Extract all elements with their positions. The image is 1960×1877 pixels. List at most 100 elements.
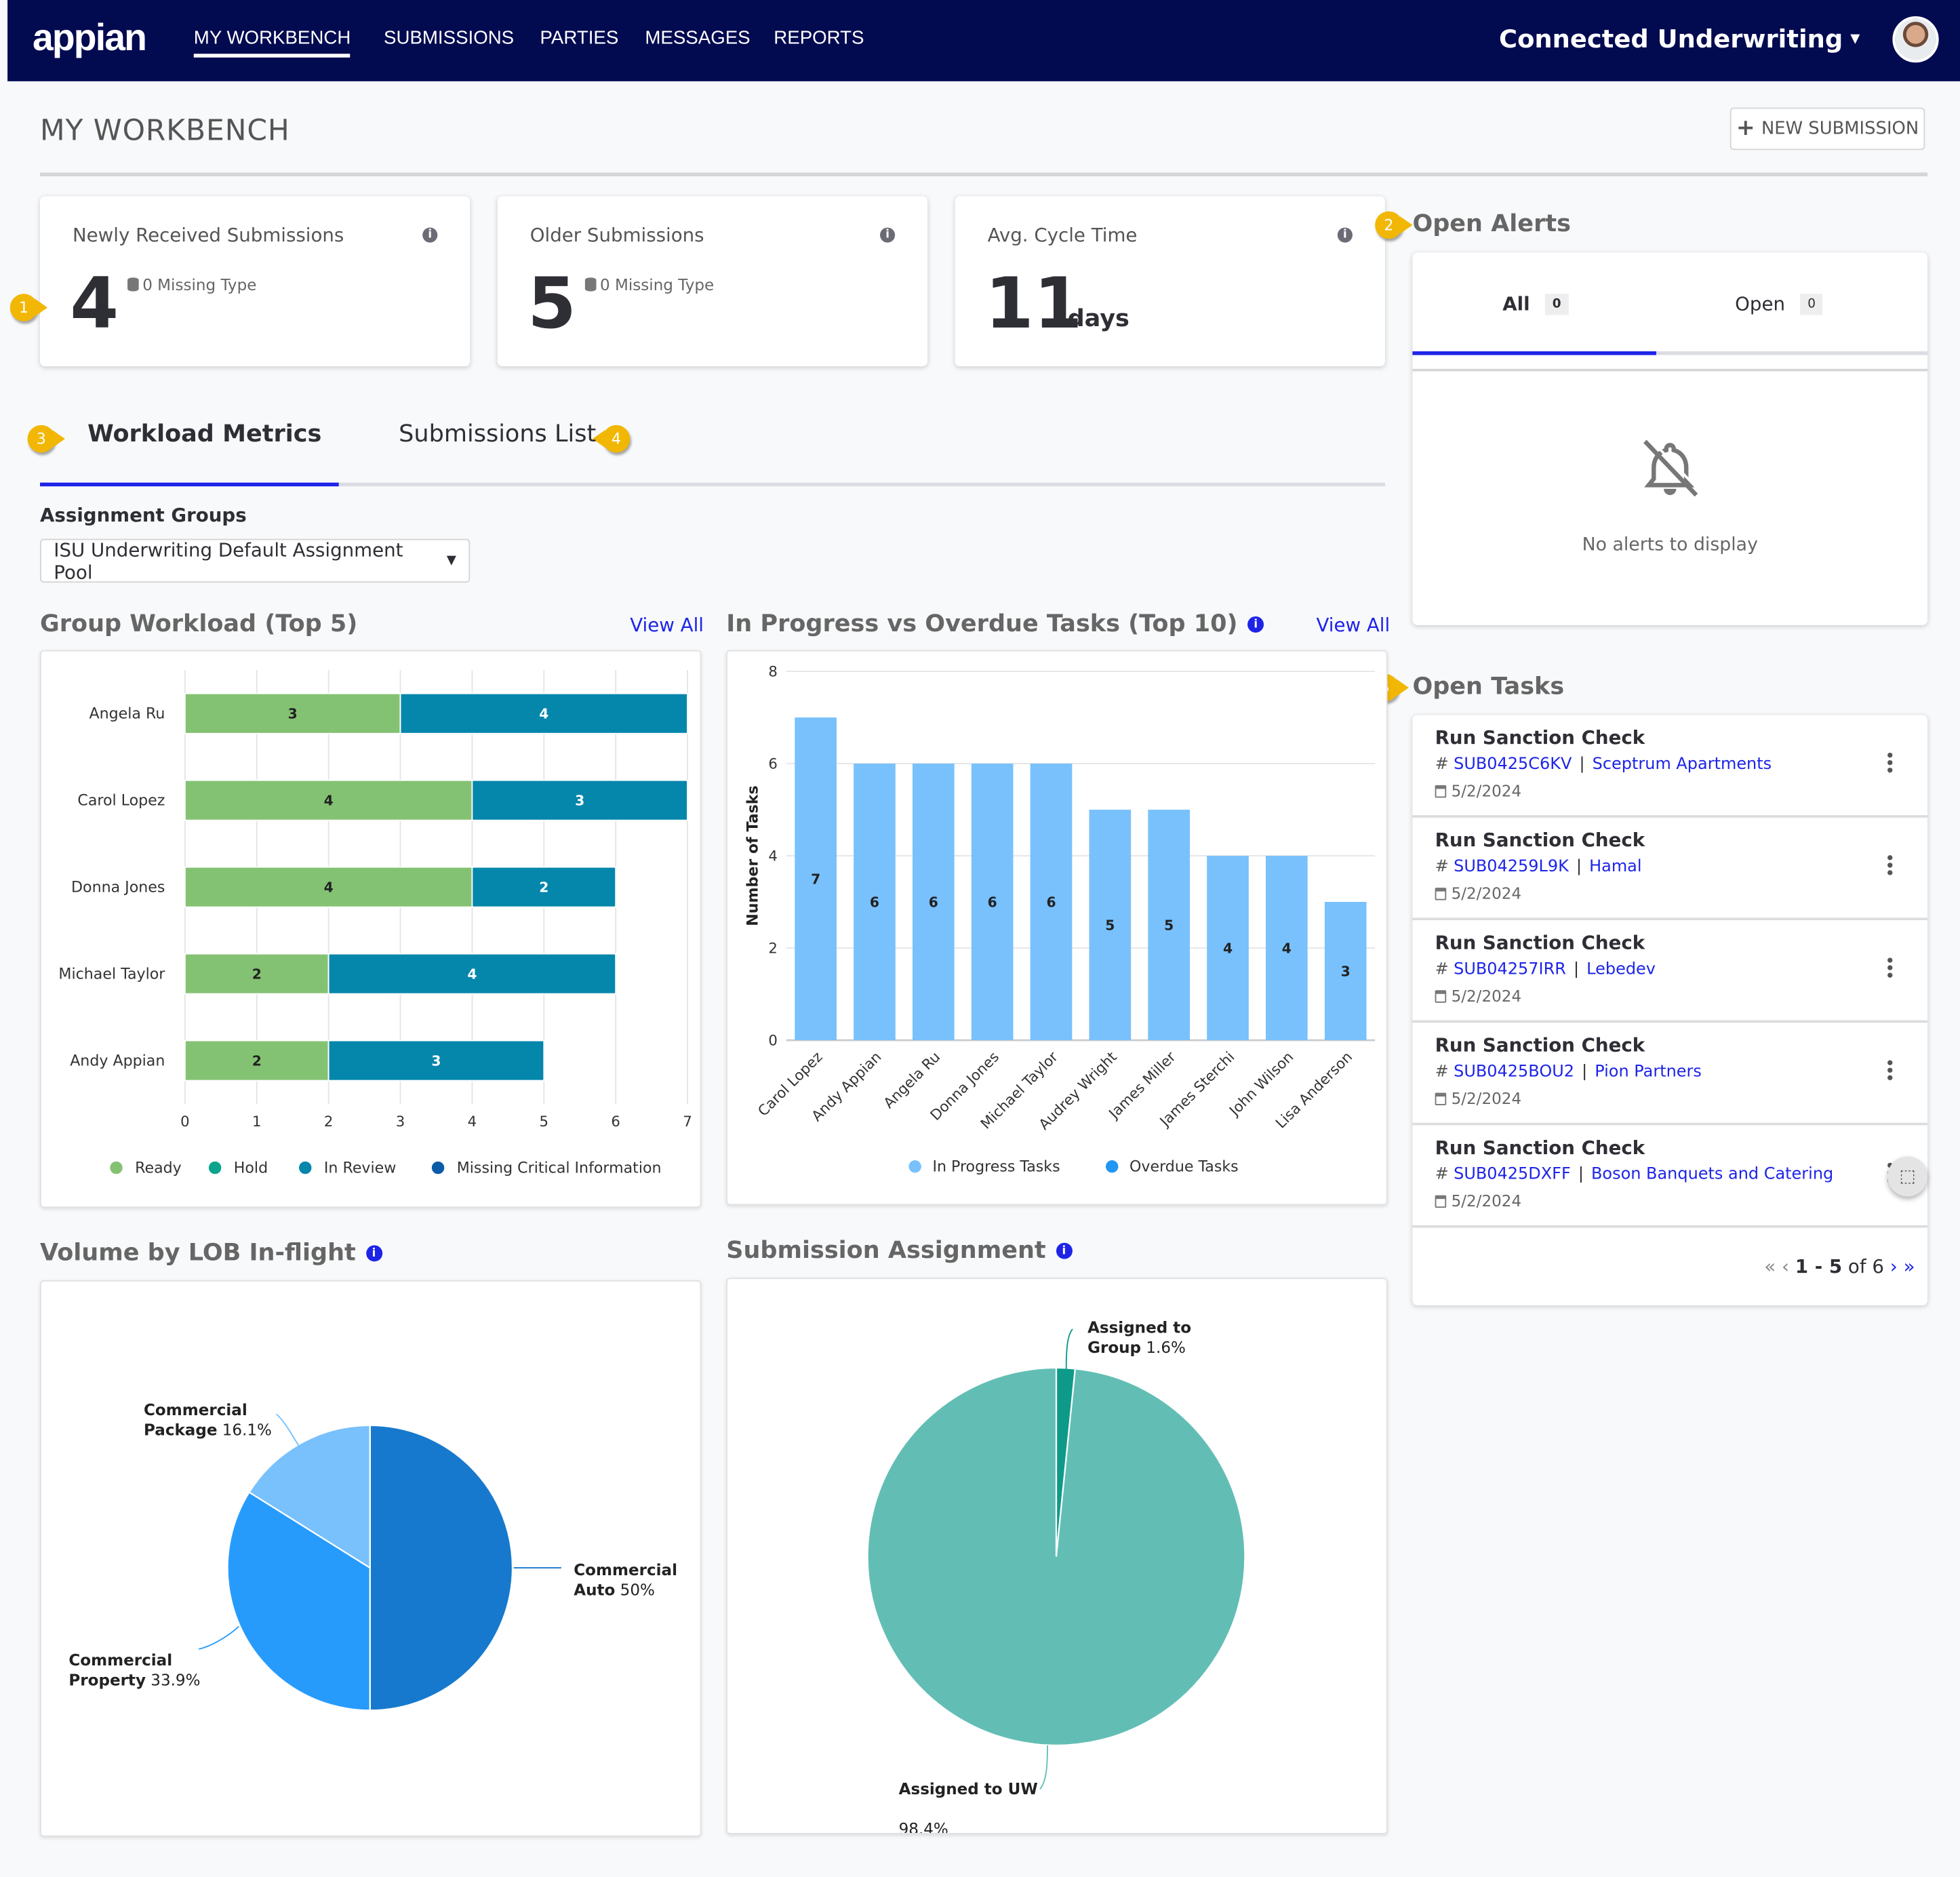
task-links: # SUB04257IRR | Lebedev — [1435, 960, 1656, 979]
assignment-groups-dropdown[interactable]: ISU Underwriting Default Assignment Pool… — [40, 538, 471, 584]
in-progress-view-all[interactable]: View All — [1316, 614, 1390, 636]
info-icon[interactable]: i — [365, 1245, 382, 1262]
legend-marker — [299, 1161, 312, 1174]
alerts-count: 0 — [1800, 293, 1824, 315]
in-progress-chart: 02468Number of Tasks 7Carol Lopez6Andy Ap… — [744, 663, 1376, 1176]
kpi-newly-received[interactable]: Newly Received Submissions i 4 0 Missing… — [40, 196, 471, 367]
party-link[interactable]: Hamal — [1589, 858, 1641, 877]
nav-reports[interactable]: REPORTS — [774, 28, 864, 49]
task-date-text: 5/2/2024 — [1451, 781, 1522, 800]
task-item[interactable]: Run Sanction Check # SUB04259L9K | Hamal 5/2/… — [1412, 818, 1928, 920]
separator: | — [1578, 1165, 1584, 1185]
task-title[interactable]: Run Sanction Check — [1435, 932, 1645, 954]
more-options-icon[interactable] — [1887, 855, 1893, 877]
more-options-icon[interactable] — [1887, 1060, 1893, 1083]
submission-id-link[interactable]: SUB04259L9K — [1454, 858, 1569, 877]
volume-lob-card: Commercial Auto 50% Commercial Property 33.… — [40, 1280, 702, 1837]
kpi-missing-type: 0 Missing Type — [584, 275, 715, 294]
x-category-label: Angela Ru — [880, 1048, 943, 1111]
kpi-label: Newly Received Submissions — [72, 224, 344, 247]
user-avatar[interactable] — [1892, 16, 1939, 63]
nav-parties[interactable]: PARTIES — [540, 28, 619, 49]
nav-messages[interactable]: MESSAGES — [645, 28, 750, 49]
group-workload-card: 0 1 2 3 4 5 6 7 Angela Ru 3 4 Carol Lopez 4 3 Donna Jo… — [40, 650, 702, 1208]
bar-data-label: 3 — [575, 793, 584, 809]
task-date: 5/2/2024 — [1435, 781, 1521, 800]
volume-lob-title: Volume by LOB In-flight i — [40, 1239, 382, 1267]
legend-label: Missing Critical Information — [457, 1159, 662, 1177]
task-item[interactable]: Run Sanction Check # SUB0425DXFF | Boson Ban… — [1412, 1125, 1928, 1228]
legend-label: Hold — [234, 1159, 268, 1177]
new-submission-button[interactable]: + NEW SUBMISSION — [1729, 107, 1925, 151]
alerts-tab-all[interactable]: All 0 — [1502, 292, 1569, 315]
first-page-icon[interactable]: « — [1764, 1255, 1776, 1278]
more-options-icon[interactable] — [1887, 752, 1893, 775]
task-title[interactable]: Run Sanction Check — [1435, 1034, 1645, 1056]
info-icon[interactable]: i — [880, 227, 896, 243]
submission-id-link[interactable]: SUB0425C6KV — [1454, 755, 1572, 774]
pie-label: Commercial — [144, 1402, 247, 1419]
task-item[interactable]: Run Sanction Check # SUB0425C6KV | Sceptrum … — [1412, 715, 1928, 818]
task-title[interactable]: Run Sanction Check — [1435, 829, 1645, 851]
y-axis-label: Number of Tasks — [744, 785, 761, 926]
callout-badge-3: 3 — [27, 424, 65, 453]
task-title[interactable]: Run Sanction Check — [1435, 1137, 1645, 1159]
tab-workload-metrics[interactable]: Workload Metrics — [87, 420, 321, 448]
y-tick-label: 0 — [768, 1031, 777, 1048]
dropdown-value: ISU Underwriting Default Assignment Pool — [54, 538, 403, 584]
y-category-label: Michael Taylor — [58, 965, 165, 983]
tab-submissions-list[interactable]: Submissions List — [399, 420, 596, 448]
legend-marker — [110, 1161, 123, 1174]
y-category-label: Angela Ru — [89, 705, 165, 723]
task-item[interactable]: Run Sanction Check # SUB0425BOU2 | Pion Part… — [1412, 1023, 1928, 1126]
cursor-select-icon[interactable]: ⬚ — [1887, 1156, 1928, 1197]
prev-page-icon[interactable]: ‹ — [1782, 1255, 1789, 1278]
no-alerts-message: No alerts to display — [1582, 535, 1758, 555]
task-date: 5/2/2024 — [1435, 1089, 1521, 1108]
kpi-older-submissions[interactable]: Older Submissions i 5 0 Missing Type — [497, 196, 928, 367]
info-icon[interactable]: i — [1056, 1242, 1073, 1259]
task-title[interactable]: Run Sanction Check — [1435, 726, 1645, 749]
workbench-page: appian MY WORKBENCH SUBMISSIONS PARTIES … — [0, 0, 1960, 1877]
info-icon[interactable]: i — [422, 227, 438, 243]
submission-id-link[interactable]: SUB0425DXFF — [1454, 1165, 1571, 1184]
task-item[interactable]: Run Sanction Check # SUB04257IRR | Lebedev 5/… — [1412, 920, 1928, 1023]
kpi-unit: days — [1067, 304, 1129, 333]
pie-label: Commercial — [68, 1652, 172, 1669]
kpi-value: 4 — [70, 264, 119, 345]
legend-marker — [208, 1161, 222, 1174]
nav-my-workbench[interactable]: MY WORKBENCH — [194, 28, 351, 49]
group-workload-view-all[interactable]: View All — [630, 614, 704, 636]
pager-range: 1 - 5 — [1795, 1255, 1843, 1278]
info-icon[interactable]: i — [1247, 616, 1264, 633]
task-date-text: 5/2/2024 — [1451, 1088, 1522, 1108]
title-divider — [40, 172, 1928, 176]
task-date: 5/2/2024 — [1435, 1191, 1521, 1210]
y-tick-label: 2 — [768, 939, 777, 956]
party-link[interactable]: Boson Banquets and Catering — [1591, 1165, 1833, 1184]
app-switcher[interactable]: Connected Underwriting ▼ — [1499, 24, 1860, 54]
y-category-label: Andy Appian — [70, 1052, 165, 1069]
kpi-sub-text: 0 Missing Type — [600, 275, 715, 294]
party-link[interactable]: Sceptrum Apartments — [1593, 755, 1772, 774]
bar-data-label: 2 — [539, 880, 548, 896]
alerts-tab-open[interactable]: Open 0 — [1735, 292, 1824, 315]
kpi-avg-cycle-time[interactable]: Avg. Cycle Time i 11 days — [955, 196, 1385, 367]
party-link[interactable]: Lebedev — [1586, 960, 1656, 979]
appian-logo[interactable]: appian — [33, 18, 147, 60]
more-options-icon[interactable] — [1887, 957, 1893, 980]
last-page-icon[interactable]: » — [1904, 1255, 1915, 1278]
party-link[interactable]: Pion Partners — [1595, 1063, 1702, 1082]
info-icon[interactable]: i — [1337, 227, 1353, 243]
pie-label: Property 33.9% — [68, 1672, 200, 1689]
pie-leader-line — [275, 1413, 301, 1448]
submission-id-link[interactable]: SUB0425BOU2 — [1454, 1063, 1574, 1082]
y-tick-label: 8 — [768, 663, 777, 679]
submission-id-link[interactable]: SUB04257IRR — [1454, 960, 1566, 979]
bar-data-label: 3 — [431, 1052, 441, 1069]
pie-leader-line — [1065, 1328, 1073, 1369]
app-name: Connected Underwriting — [1499, 24, 1843, 54]
next-page-icon[interactable]: › — [1890, 1255, 1898, 1278]
nav-submissions[interactable]: SUBMISSIONS — [384, 28, 514, 49]
kpi-missing-type: 0 Missing Type — [127, 275, 256, 294]
